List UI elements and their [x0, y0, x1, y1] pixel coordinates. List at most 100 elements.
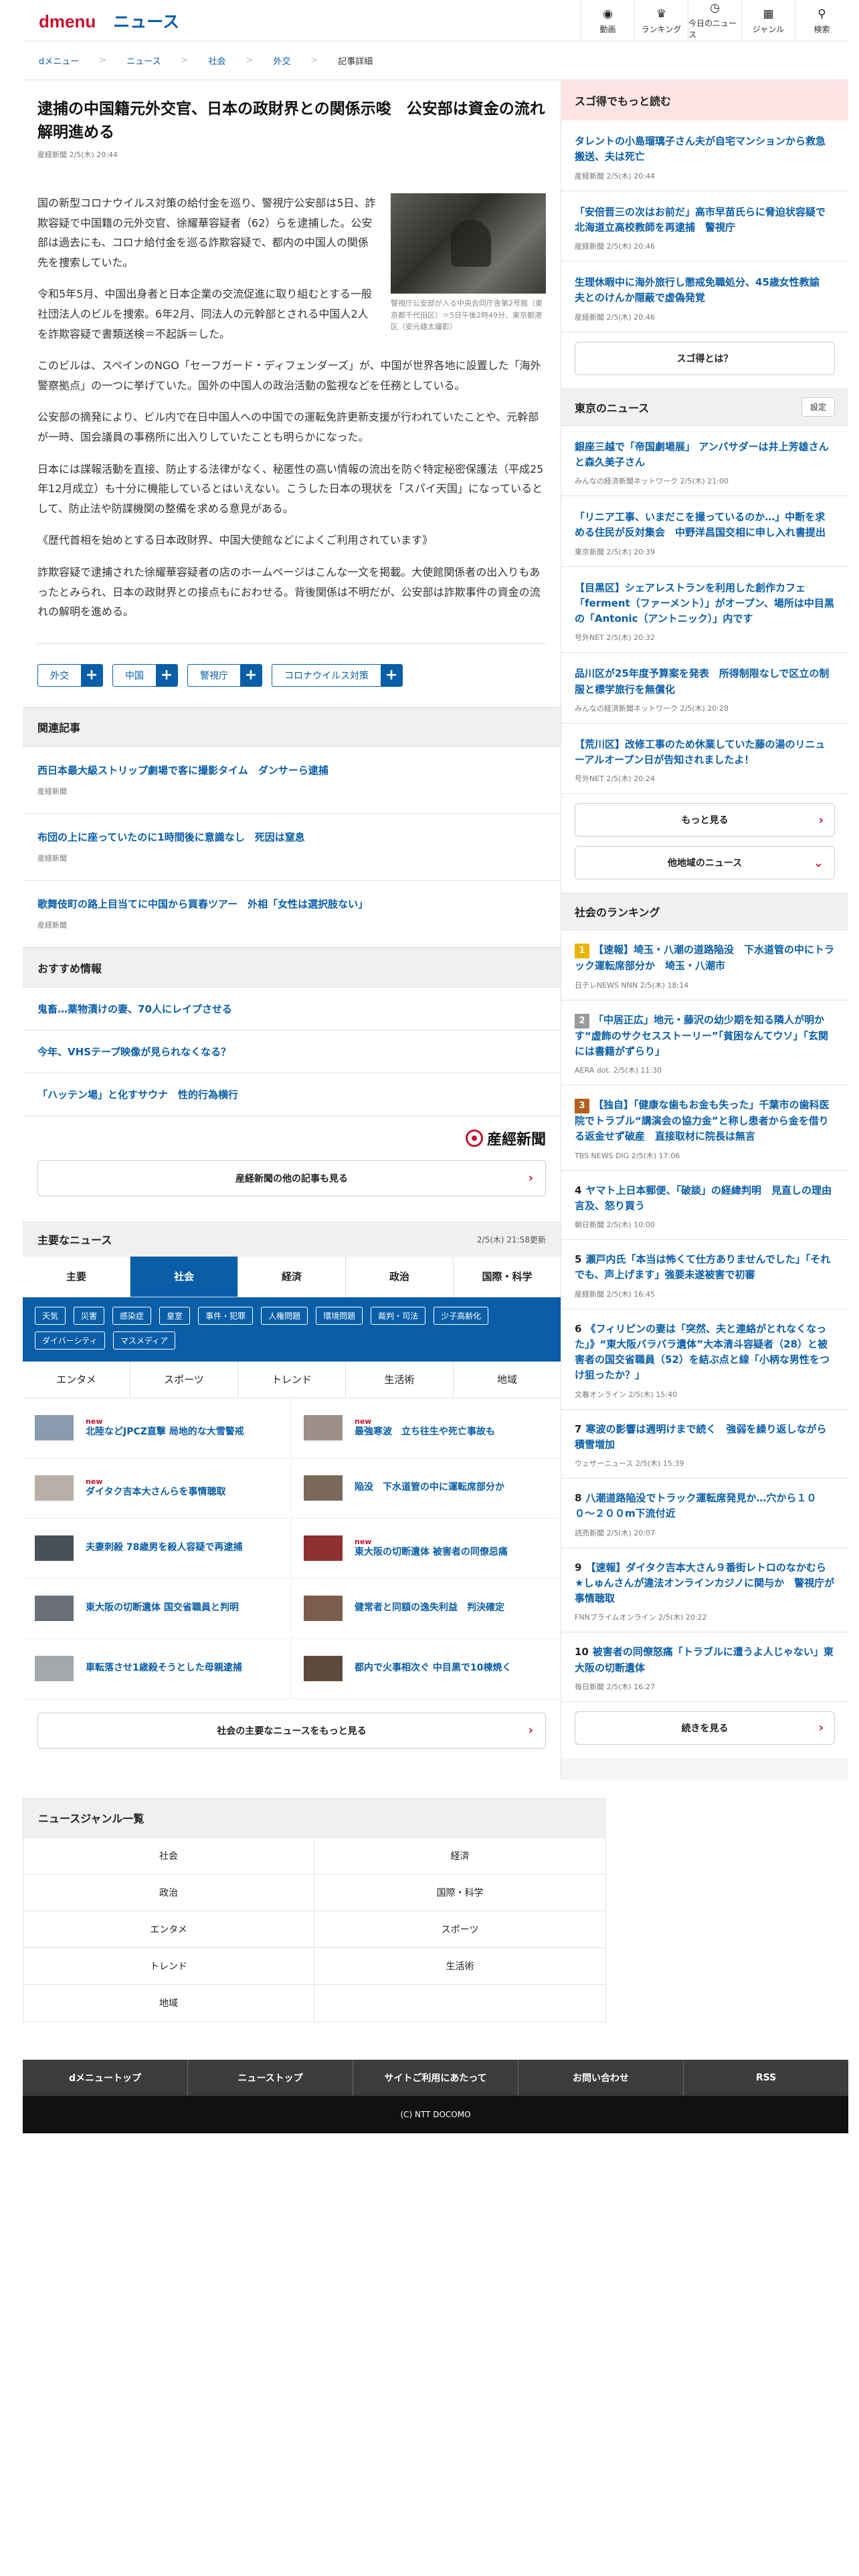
ranking-item-title[interactable]: 被害者の同僚怒痛「トラブルに遭うよ人じゃない」東大阪の切断遺体	[575, 1646, 834, 1673]
genre-link[interactable]: 国際・科学	[314, 1874, 605, 1911]
recommend-item[interactable]: 今年、VHSテープ映像が見られなくなる？	[23, 1031, 561, 1073]
ranking-item[interactable]: 3 【独自】「健康な歯もお金も失った」千葉市の歯科医院でトラブル“講演会の協力金”…	[561, 1085, 848, 1171]
dmenu-logo[interactable]: dmenu	[39, 11, 96, 32]
subtag-media[interactable]: マスメディア	[112, 1331, 175, 1350]
ranking-item[interactable]: 10 被害者の同僚怒痛「トラブルに遭うよ人じゃない」東大阪の切断遺体 毎日新聞 2/…	[561, 1632, 848, 1702]
footer-contact[interactable]: お問い合わせ	[518, 2059, 684, 2096]
ranking-item-title-row[interactable]: 2 「中居正広」地元・藤沢の幼少期を知る隣人が明かす“虚飾のサクセスストーリー”「…	[575, 1012, 835, 1060]
ranking-item[interactable]: 8 八潮道路陥没でトラック運転席発見か…穴から１００〜２００m下流付近 読売新聞 2…	[561, 1479, 848, 1548]
related-title[interactable]: 歌舞伎町の路上目当てに中国から買春ツアー 外相「女性は選択肢ない」	[37, 897, 546, 912]
tag-china[interactable]: 中国 +	[112, 663, 178, 687]
recommend-item[interactable]: 「ハッテン場」と化すサウナ 性的行為横行	[23, 1073, 561, 1116]
tokyo-news-title[interactable]: 【目黒区】シェアレストランを利用した創作カフェ「ferment（ファーメント）」…	[575, 580, 835, 627]
tag-corona[interactable]: コロナウイルス対策 +	[272, 663, 403, 687]
major-news-item[interactable]: new 東大阪の切断遺体 被害者の同僚忌痛	[292, 1519, 561, 1579]
subtag-disaster[interactable]: 災害	[74, 1306, 105, 1325]
major-news-item[interactable]: new ダイタク吉本大さんらを事情聴取	[23, 1458, 292, 1519]
major-news-title[interactable]: 北陸などJPCZ直撃 局地的な大雪警戒	[86, 1426, 244, 1437]
news-thumbnail[interactable]	[35, 1596, 74, 1622]
major-news-title[interactable]: 車転落させ1歳殺そうとした母親逮捕	[86, 1662, 242, 1673]
breadcrumb-society[interactable]: 社会	[208, 54, 225, 67]
major-news-item[interactable]: 車転落させ1歳殺そうとした母親逮捕	[23, 1638, 292, 1699]
major-news-item[interactable]: new 最強寒波 立ち往生や死亡事故も	[292, 1398, 561, 1459]
ranking-item-title-row[interactable]: 8 八潮道路陥没でトラック運転席発見か…穴から１００〜２００m下流付近	[575, 1491, 835, 1522]
genre-link[interactable]: エンタメ	[23, 1911, 314, 1948]
article-photo[interactable]	[391, 193, 546, 294]
footer-terms[interactable]: サイトご利用にあたって	[353, 2059, 518, 2096]
tab-lifestyle[interactable]: 生活術	[346, 1361, 454, 1398]
genre-link[interactable]: 政治	[23, 1874, 314, 1911]
ranking-item[interactable]: 4 ヤマト上日本郵便、「破談」の経緯判明 見直しの理由言及、怒り買う 朝日新聞 2/…	[561, 1170, 848, 1240]
recommend-item[interactable]: 鬼畜…薬物漬けの妻、70人にレイプさせる	[23, 988, 561, 1031]
other-region-label[interactable]: 他地域のニュース	[668, 856, 742, 869]
sugo-item-title[interactable]: タレントの小島瑠璃子さん夫が自宅マンションから救急搬送、夫は死亡	[575, 134, 835, 165]
tab-region[interactable]: 地域	[454, 1362, 561, 1398]
ranking-item-title[interactable]: 【速報】ダイタク吉本大さん９番街レトロのなかむら★しゅんさんが違法オンラインカジ…	[575, 1562, 834, 1605]
subtag-crime[interactable]: 事件・犯罪	[198, 1306, 254, 1325]
major-news-text[interactable]: 車転落させ1歳殺そうとした母親逮捕	[86, 1662, 242, 1675]
tab-trend[interactable]: トレンド	[238, 1361, 346, 1398]
sugo-item[interactable]: 「安倍晋三の次はお前だ」高市早苗氏らに脅迫状容疑で北海道立高校教師を再逮捕 警視…	[561, 191, 848, 261]
breadcrumb-news[interactable]: ニュース	[126, 54, 161, 67]
ranking-item-title[interactable]: 瀬戸内氏「本当は怖くて仕方ありませんでした」「それでも、声上げます」強要未遂被害…	[575, 1253, 830, 1281]
news-thumbnail[interactable]	[304, 1415, 343, 1441]
society-more-label[interactable]: 社会の主要なニュースをもっと見る	[217, 1724, 366, 1737]
nav-search[interactable]: ⚲ 検索	[795, 0, 848, 41]
news-thumbnail[interactable]	[304, 1596, 343, 1622]
news-thumbnail[interactable]	[304, 1535, 343, 1562]
major-news-text[interactable]: 健常者と同額の逸失利益 判決確定	[355, 1602, 504, 1615]
genre-link[interactable]: 地域	[23, 1984, 314, 2022]
ranking-item-title-row[interactable]: 3 【独自】「健康な歯もお金も失った」千葉市の歯科医院でトラブル“講演会の協力金”…	[575, 1097, 835, 1145]
sugo-item[interactable]: タレントの小島瑠璃子さん夫が自宅マンションから救急搬送、夫は死亡 産経新聞 2/…	[561, 120, 848, 191]
major-news-title[interactable]: 健常者と同額の逸失利益 判決確定	[355, 1602, 504, 1613]
related-title[interactable]: 布団の上に座っていたのに1時間後に意識なし 死因は窒息	[37, 830, 546, 845]
major-news-item[interactable]: 陥没 下水道管の中に運転席部分か	[292, 1459, 561, 1519]
genre-link[interactable]: 経済	[314, 1838, 605, 1874]
subtag-weather[interactable]: 天気	[35, 1306, 66, 1325]
tag-diplomacy[interactable]: 外交 +	[37, 663, 103, 687]
tokyo-news-title[interactable]: 銀座三越で「帝国劇場展」 アンバサダーは井上芳雄さんと森久美子さん	[575, 439, 835, 471]
major-news-title[interactable]: 陥没 下水道管の中に運転席部分か	[355, 1482, 504, 1493]
nav-genre[interactable]: ▦ ジャンル	[741, 0, 795, 41]
major-news-text[interactable]: new 北陸などJPCZ直撃 局地的な大雪警戒	[86, 1417, 244, 1439]
news-thumbnail[interactable]	[35, 1415, 74, 1441]
ranking-item-title[interactable]: 《フィリピンの妻は「突然、夫と連絡がとれなくなった」》“東大阪バラバラ遺体”大本…	[575, 1323, 830, 1382]
tab-main[interactable]: 主要	[23, 1256, 130, 1297]
tag-police[interactable]: 警視庁 +	[187, 663, 262, 687]
ranking-item-title[interactable]: 「中居正広」地元・藤沢の幼少期を知る隣人が明かす“虚飾のサクセスストーリー”「貧…	[575, 1014, 828, 1057]
sankei-more-label[interactable]: 産経新聞の他の記事も見る	[235, 1172, 348, 1185]
footer-dmenu-top[interactable]: dメニュートップ	[23, 2059, 188, 2096]
genre-link[interactable]: スポーツ	[314, 1911, 605, 1948]
article-figure[interactable]: 警視庁公安部が入る中央合同庁舎第2号館（東京都千代田区）＝5日午後2時49分、東…	[391, 193, 546, 333]
ranking-item-title[interactable]: 【独自】「健康な歯もお金も失った」千葉市の歯科医院でトラブル“講演会の協力金”と…	[575, 1099, 830, 1142]
genre-link[interactable]: 社会	[23, 1837, 314, 1874]
tokyo-more-button[interactable]: もっと見る ›	[575, 803, 835, 837]
major-news-item[interactable]: 都内で火事相次ぐ 中目黒で10棟焼く	[292, 1639, 561, 1699]
ranking-more-button[interactable]: 続きを見る ›	[575, 1711, 835, 1745]
genre-link[interactable]: トレンド	[23, 1947, 314, 1985]
major-news-title[interactable]: 東大阪の切断遺体 被害者の同僚忌痛	[355, 1547, 508, 1558]
news-thumbnail[interactable]	[35, 1475, 74, 1501]
ranking-item-title[interactable]: 【速報】埼玉・八潮の道路陥没 下水道管の中にトラック運転席部分か 埼玉・八潮市	[575, 944, 834, 972]
nav-ranking[interactable]: ♛ ランキング	[634, 0, 688, 41]
major-news-title[interactable]: 最強寒波 立ち往生や死亡事故も	[355, 1426, 495, 1437]
ranking-item-title-row[interactable]: 4 ヤマト上日本郵便、「破談」の経緯判明 見直しの理由言及、怒り買う	[575, 1183, 835, 1214]
major-news-item[interactable]: 夫妻刺殺 78歳男を殺人容疑で再逮捕	[23, 1518, 292, 1579]
major-news-title[interactable]: 東大阪の切断遺体 国交省職員と判明	[86, 1602, 239, 1613]
subtag-infection[interactable]: 感染症	[112, 1306, 152, 1325]
major-news-text[interactable]: 都内で火事相次ぐ 中目黒で10棟焼く	[355, 1662, 511, 1675]
major-news-title[interactable]: ダイタク吉本大さんらを事情聴取	[86, 1487, 225, 1497]
ranking-item-title-row[interactable]: 9 【速報】ダイタク吉本大さん９番街レトロのなかむら★しゅんさんが違法オンラインカ…	[575, 1560, 835, 1607]
plus-icon[interactable]: +	[156, 664, 177, 686]
tag-label[interactable]: コロナウイルス対策	[272, 665, 381, 686]
subtag-justice[interactable]: 裁判・司法	[371, 1306, 426, 1325]
society-more-button[interactable]: 社会の主要なニュースをもっと見る ›	[37, 1712, 546, 1749]
ranking-item[interactable]: 1 【速報】埼玉・八潮の道路陥没 下水道管の中にトラック運転席部分か 埼玉・八潮市…	[561, 930, 848, 1000]
related-title[interactable]: 西日本最大級ストリップ劇場で客に撮影タイム ダンサーら逮捕	[37, 763, 546, 778]
tokyo-news-item[interactable]: 品川区が25年度予算案を発表 所得制限なしで区立の制服と標学旅行を無償化 みんな…	[561, 653, 848, 724]
other-region-button[interactable]: 他地域のニュース ⌄	[575, 846, 835, 880]
ranking-item-title-row[interactable]: 5 瀬戸内氏「本当は怖くて仕方ありませんでした」「それでも、声上げます」強要未遂被…	[575, 1252, 835, 1283]
sankei-more-button[interactable]: 産経新聞の他の記事も見る ›	[37, 1160, 546, 1196]
ranking-item-title[interactable]: ヤマト上日本郵便、「破談」の経緯判明 見直しの理由言及、怒り買う	[575, 1184, 832, 1212]
related-item[interactable]: 西日本最大級ストリップ劇場で客に撮影タイム ダンサーら逮捕 産経新聞	[23, 747, 561, 814]
